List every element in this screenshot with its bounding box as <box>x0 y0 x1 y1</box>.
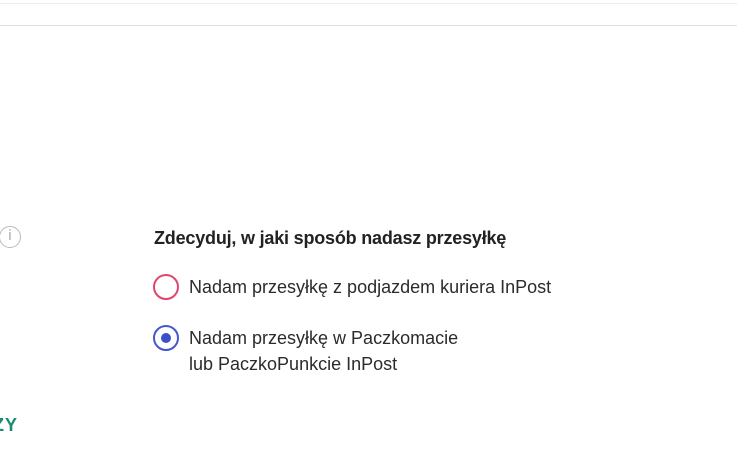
option-courier-pickup-label[interactable]: Nadam przesyłkę z podjazdem kuriera InPo… <box>189 274 551 300</box>
option-paczkomat-text-line1: Nadam przesyłkę w Paczkomacie <box>189 328 459 348</box>
option-paczkomat-label[interactable]: Nadam przesyłkę w Paczkomacie lub Paczko… <box>189 325 458 377</box>
radio-paczkomat[interactable] <box>153 325 179 351</box>
option-courier-pickup[interactable]: Nadam przesyłkę z podjazdem kuriera InPo… <box>153 274 551 300</box>
top-bar-divider <box>0 3 737 4</box>
partial-link-text[interactable]: ZY <box>0 415 18 436</box>
radio-selected-dot <box>161 333 171 343</box>
top-bar <box>0 0 737 26</box>
shipping-method-question: Zdecyduj, w jaki sposób nadasz przesyłkę <box>154 228 507 248</box>
info-icon[interactable]: i <box>0 226 21 248</box>
option-paczkomat-text-line2: lub PaczkoPunkcie InPost <box>189 354 398 374</box>
option-paczkomat[interactable]: Nadam przesyłkę w Paczkomacie lub Paczko… <box>153 325 458 377</box>
option-courier-pickup-text: Nadam przesyłkę z podjazdem kuriera InPo… <box>189 277 552 297</box>
radio-courier-pickup[interactable] <box>153 274 179 300</box>
